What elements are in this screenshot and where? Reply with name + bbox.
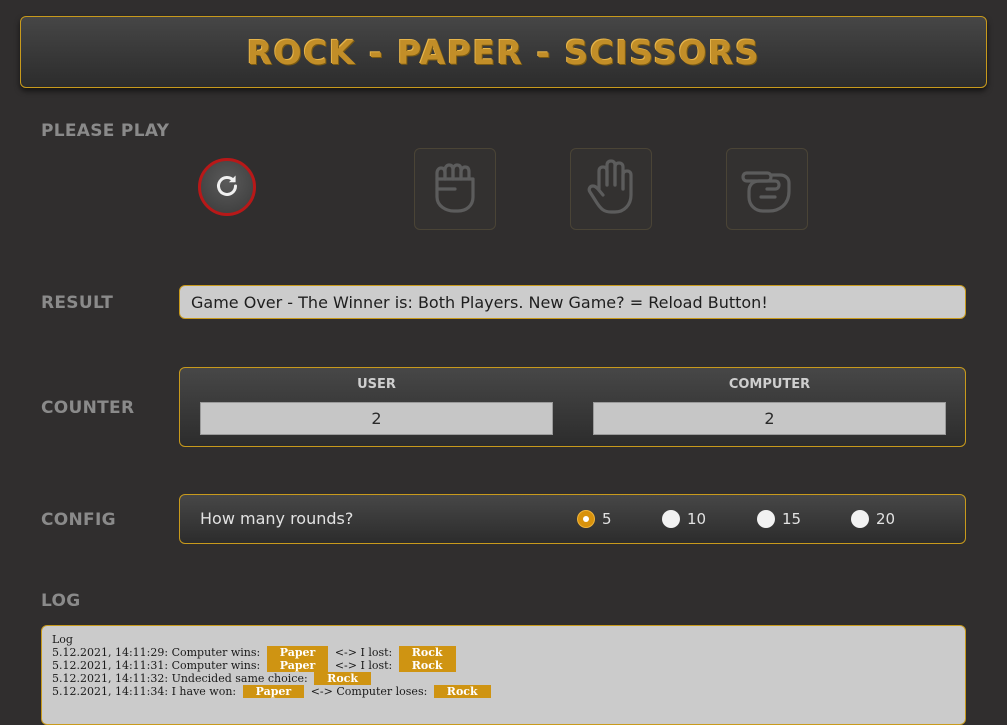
rounds-option-label: 15 xyxy=(782,509,802,528)
log-title: Log xyxy=(52,633,73,646)
reload-button[interactable] xyxy=(198,158,256,216)
counter-panel: USER 2 COMPUTER 2 xyxy=(179,367,966,447)
user-counter-value: 2 xyxy=(200,402,553,435)
title-banner: ROCK - PAPER - SCISSORS xyxy=(20,16,987,88)
radio-unchecked-icon[interactable] xyxy=(757,509,775,528)
result-field: Game Over - The Winner is: Both Players.… xyxy=(179,285,966,319)
log-entry: 5.12.2021, 14:11:32: Undecided same choi… xyxy=(52,672,955,685)
log-choice-tag: Paper xyxy=(266,659,329,672)
config-label: CONFIG xyxy=(41,510,116,530)
rounds-option-10[interactable]: 10 xyxy=(662,495,706,542)
paper-button[interactable] xyxy=(570,148,652,230)
log-choice-tag: Paper xyxy=(266,646,329,659)
page-title: ROCK - PAPER - SCISSORS xyxy=(246,32,761,72)
fist-icon xyxy=(425,157,485,221)
rounds-option-5[interactable]: 5 xyxy=(577,495,612,542)
log-choice-tag: Rock xyxy=(433,685,491,698)
rounds-option-label: 10 xyxy=(687,509,707,528)
log-choice-tag: Rock xyxy=(398,646,456,659)
computer-counter-heading: COMPUTER xyxy=(728,377,811,392)
scissors-hand-icon xyxy=(737,157,797,221)
log-choice-tag: Rock xyxy=(398,659,456,672)
log-choice-tag: Rock xyxy=(314,672,371,685)
radio-unchecked-icon[interactable] xyxy=(662,509,680,528)
log-entry: 5.12.2021, 14:11:34: I have won: Paper <… xyxy=(52,685,955,698)
log-textarea[interactable]: Log 5.12.2021, 14:11:29: Computer wins: … xyxy=(41,625,966,725)
log-entry-text: 5.12.2021, 14:11:29: Computer wins: xyxy=(52,646,261,659)
computer-counter-value: 2 xyxy=(593,402,946,435)
reload-icon xyxy=(213,171,241,203)
log-entry-text: 5.12.2021, 14:11:31: Computer wins: xyxy=(52,659,261,672)
rounds-option-20[interactable]: 20 xyxy=(851,495,895,542)
log-entry: 5.12.2021, 14:11:29: Computer wins: Pape… xyxy=(52,646,955,659)
log-label: LOG xyxy=(41,591,81,611)
radio-checked-icon[interactable] xyxy=(577,509,595,528)
play-label: PLEASE PLAY xyxy=(41,121,170,141)
log-entry-text: <-> I lost: xyxy=(334,659,393,672)
result-label: RESULT xyxy=(41,293,114,313)
log-entry-text: 5.12.2021, 14:11:34: I have won: xyxy=(52,685,237,698)
log-entry-text: <-> I lost: xyxy=(334,646,393,659)
radio-unchecked-icon[interactable] xyxy=(851,509,869,528)
rounds-option-label: 20 xyxy=(876,509,896,528)
log-entry-text: <-> Computer loses: xyxy=(310,685,428,698)
rock-button[interactable] xyxy=(414,148,496,230)
user-counter-heading: USER xyxy=(357,377,396,392)
config-panel: How many rounds? 5 10 15 20 xyxy=(179,494,966,544)
rounds-option-15[interactable]: 15 xyxy=(757,495,801,542)
log-entry: 5.12.2021, 14:11:31: Computer wins: Pape… xyxy=(52,659,955,672)
log-entry-text: 5.12.2021, 14:11:32: Undecided same choi… xyxy=(52,672,308,685)
log-choice-tag: Paper xyxy=(242,685,305,698)
counter-label: COUNTER xyxy=(41,398,135,418)
scissors-button[interactable] xyxy=(726,148,808,230)
rounds-question: How many rounds? xyxy=(200,509,354,528)
open-hand-icon xyxy=(581,157,641,221)
rounds-option-label: 5 xyxy=(602,509,612,528)
